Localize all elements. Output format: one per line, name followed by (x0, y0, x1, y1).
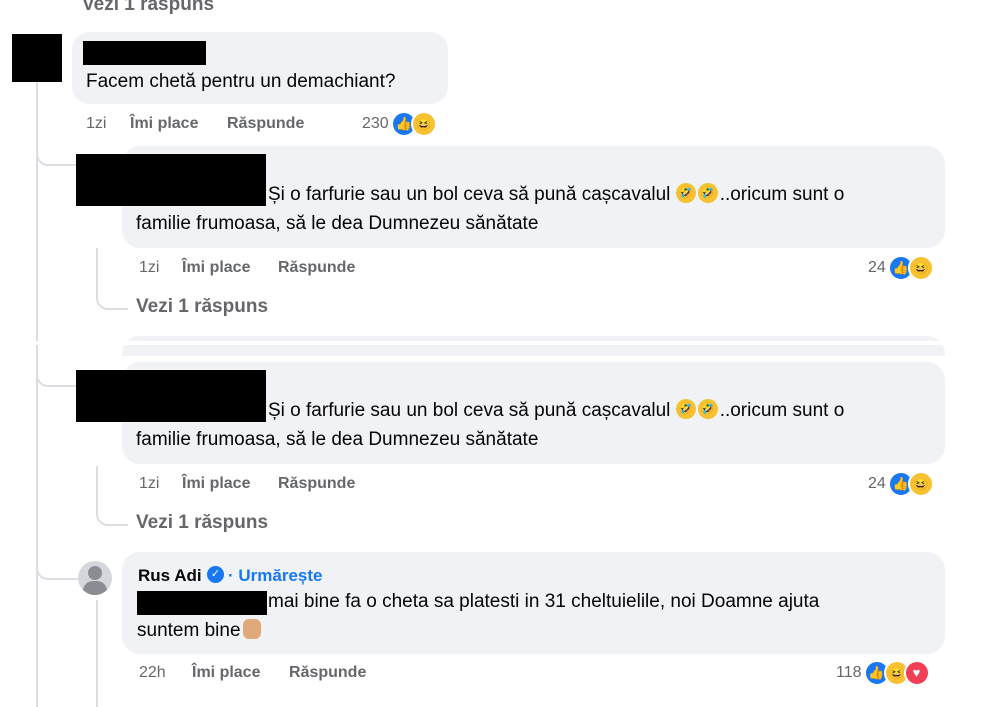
reaction-count: 230 (362, 115, 389, 132)
thread-connector (96, 248, 128, 310)
thread-connector (96, 466, 128, 526)
rofl-emoji-icon: 🤣 (697, 183, 718, 203)
author-name[interactable] (83, 41, 206, 65)
thread-connector (36, 530, 78, 580)
avatar-figure (83, 581, 107, 595)
reply-button[interactable]: Răspunde (278, 259, 355, 277)
haha-icon: 😆 (907, 255, 934, 281)
reaction-summary[interactable]: 230 👍 😆 (362, 111, 437, 137)
comment-bubble-clipped (122, 336, 945, 356)
reaction-count: 24 (868, 259, 886, 276)
author-name[interactable]: Rus Adi (138, 566, 202, 586)
avatar[interactable] (12, 34, 62, 82)
thread-connector (36, 340, 78, 387)
comment-time[interactable]: 1zi (139, 475, 159, 493)
rofl-emoji-icon: 🤣 (697, 399, 718, 419)
thread-connector (36, 110, 78, 166)
reply-button[interactable]: Răspunde (278, 475, 355, 493)
thread-line (36, 82, 38, 707)
love-icon: ♥ (903, 660, 930, 686)
haha-icon: 😆 (410, 111, 437, 137)
like-button[interactable]: Îmi place (192, 664, 260, 682)
comment-text-line: Și o farfurie sau un bol ceva să pună ca… (268, 183, 845, 205)
reply-button[interactable]: Răspunde (289, 664, 366, 682)
view-replies-link[interactable]: Vezi 1 răspuns (82, 0, 214, 16)
comment-time[interactable]: 22h (139, 664, 166, 682)
avatar-figure (88, 566, 102, 580)
reaction-summary[interactable]: 118 👍 😆 ♥ (836, 660, 930, 686)
reaction-count: 118 (836, 664, 862, 681)
verified-badge-icon: ✓ (207, 566, 224, 583)
rofl-emoji-icon: 🤣 (675, 183, 696, 203)
follow-button[interactable]: · Urmărește (228, 566, 323, 586)
reaction-summary[interactable]: 24 👍 😆 (868, 255, 934, 281)
view-replies-link[interactable]: Vezi 1 răspuns (136, 296, 268, 318)
comment-time[interactable]: 1zi (86, 115, 106, 133)
author-name[interactable] (76, 370, 266, 422)
haha-icon: 😆 (907, 471, 934, 497)
rofl-emoji-icon: 🤣 (675, 399, 696, 419)
reaction-summary[interactable]: 24 👍 😆 (868, 471, 934, 497)
avatar[interactable] (78, 561, 112, 595)
author-name[interactable] (76, 154, 266, 206)
view-replies-link[interactable]: Vezi 1 răspuns (136, 512, 268, 534)
mentioned-name[interactable] (137, 591, 267, 615)
comment-text-line: mai bine fa o cheta sa platesti in 31 ch… (268, 591, 820, 612)
comment-text-line: suntem bine (137, 617, 261, 645)
reply-button[interactable]: Răspunde (227, 115, 304, 133)
comment-text-line: familie frumoasa, să le dea Dumnezeu săn… (136, 213, 539, 234)
thread-line (96, 600, 98, 707)
reaction-count: 24 (868, 475, 886, 492)
like-button[interactable]: Îmi place (130, 115, 198, 133)
comment-text-line: Și o farfurie sau un bol ceva să pună ca… (268, 399, 845, 421)
hand-emoji-icon (242, 619, 261, 639)
screenshot-seam (0, 341, 999, 345)
comment-text: Facem chetă pentru un demachiant? (86, 71, 396, 92)
like-button[interactable]: Îmi place (182, 475, 250, 493)
like-button[interactable]: Îmi place (182, 259, 250, 277)
comment-text-line: familie frumoasa, să le dea Dumnezeu săn… (136, 429, 539, 450)
comment-time[interactable]: 1zi (139, 259, 159, 277)
